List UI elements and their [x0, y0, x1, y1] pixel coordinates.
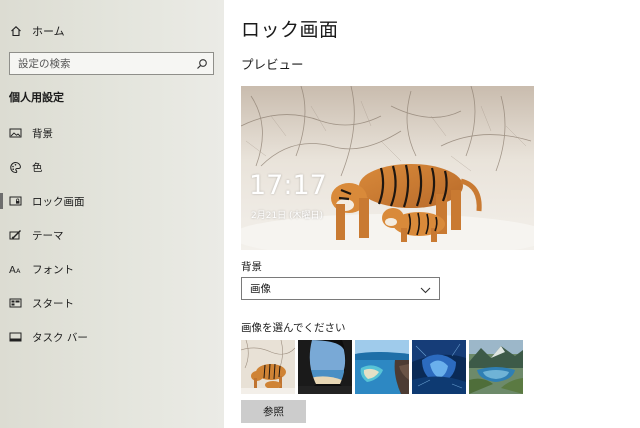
preview-image	[241, 86, 534, 250]
browse-button[interactable]: 参照	[241, 400, 306, 423]
font-icon: AA	[8, 263, 22, 275]
thumbnail-turquoise-bay[interactable]	[355, 340, 409, 394]
background-dropdown-value: 画像	[250, 283, 271, 295]
start-icon	[8, 297, 22, 309]
home-icon	[9, 25, 23, 37]
thumbnail-tigers[interactable]	[241, 340, 295, 394]
sidebar-item-background[interactable]: 背景	[0, 116, 224, 150]
palette-icon	[8, 161, 22, 174]
preview-time: 17:17	[249, 170, 327, 201]
sidebar-item-label: テーマ	[32, 229, 64, 242]
choose-image-label: 画像を選んでください	[241, 322, 346, 334]
sidebar-item-font[interactable]: AA フォント	[0, 252, 224, 286]
preview-date: 2月21日 (木曜日)	[251, 211, 324, 221]
home-label: ホーム	[32, 25, 65, 38]
sidebar-item-start[interactable]: スタート	[0, 286, 224, 320]
search-icon[interactable]	[191, 58, 213, 70]
sidebar-item-label: スタート	[32, 297, 74, 310]
sidebar-item-label: 色	[32, 161, 43, 174]
sidebar-item-label: ロック画面	[32, 195, 85, 208]
nav-list: 背景 色 ロック画面 テーマ AA フォント スタート タスク バー	[0, 116, 224, 354]
thumbnail-mountain-lake[interactable]	[469, 340, 523, 394]
image-icon	[8, 127, 22, 139]
sidebar-item-label: フォント	[32, 263, 74, 276]
sidebar-item-label: タスク バー	[32, 331, 88, 344]
taskbar-icon	[8, 331, 22, 343]
background-label: 背景	[241, 261, 262, 273]
search-input[interactable]	[10, 53, 191, 74]
sidebar-item-color[interactable]: 色	[0, 150, 224, 184]
preview-title: プレビュー	[241, 57, 304, 72]
section-title: 個人用設定	[9, 91, 64, 104]
svg-text:A: A	[9, 265, 16, 275]
page-title: ロック画面	[241, 19, 339, 41]
thumbnail-list	[241, 340, 526, 394]
sidebar-item-theme[interactable]: テーマ	[0, 218, 224, 252]
lock-screen-icon	[8, 195, 22, 207]
thumbnail-ice-cave[interactable]	[412, 340, 466, 394]
background-dropdown[interactable]: 画像	[241, 277, 440, 300]
chevron-down-icon	[420, 279, 431, 298]
main-panel: ロック画面 プレビュー 17:17 2月21日 (木曜日) 背景 画像 画像を選…	[224, 0, 640, 428]
theme-brush-icon	[8, 229, 22, 241]
nav-home[interactable]: ホーム	[0, 18, 224, 44]
sidebar-item-label: 背景	[32, 127, 53, 140]
sidebar-item-lock-screen[interactable]: ロック画面	[0, 184, 224, 218]
sidebar-item-taskbar[interactable]: タスク バー	[0, 320, 224, 354]
svg-text:A: A	[16, 267, 21, 275]
sidebar: ホーム 個人用設定 背景 色 ロック画面	[0, 0, 224, 428]
search-box[interactable]	[9, 52, 214, 75]
thumbnail-cave-beach[interactable]	[298, 340, 352, 394]
lock-screen-preview: 17:17 2月21日 (木曜日)	[241, 86, 534, 250]
